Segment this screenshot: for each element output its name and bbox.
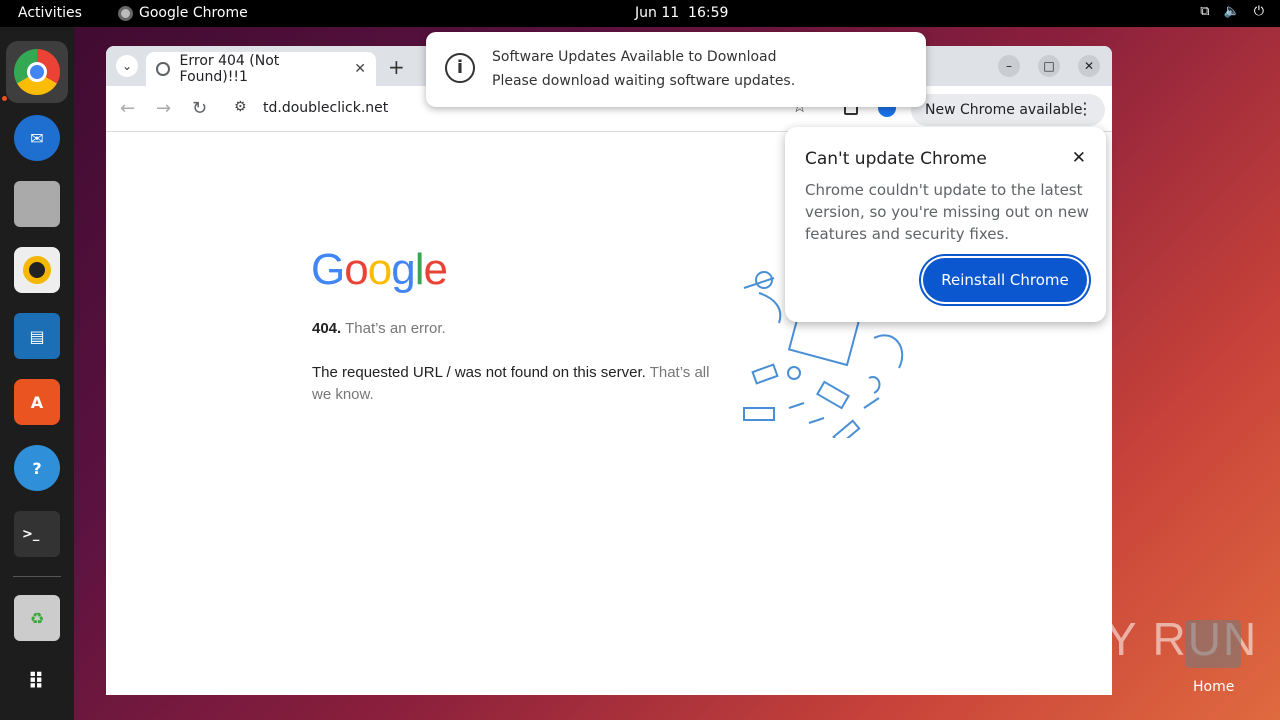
tab-active[interactable]: Error 404 (Not Found)!!1 ✕ xyxy=(146,52,376,86)
dock-app-center[interactable]: A xyxy=(6,371,68,433)
app-name: Google Chrome xyxy=(139,5,248,21)
help-icon: ? xyxy=(14,445,60,491)
chrome-icon xyxy=(118,5,133,21)
site-info-icon[interactable]: ⚙ xyxy=(234,99,247,115)
terminal-icon: >_ xyxy=(14,511,60,557)
dock: ✉ ▤ A ? >_ ♻ ⠿ xyxy=(0,27,74,720)
kebab-menu-icon[interactable]: ⋮ xyxy=(1077,99,1093,118)
app-center-icon: A xyxy=(14,379,60,425)
close-icon[interactable]: ✕ xyxy=(354,61,366,77)
rhythmbox-icon xyxy=(14,247,60,293)
top-bar: Activities Google Chrome Jun 11 16:59 ⧉ … xyxy=(0,0,1280,27)
dock-thunderbird[interactable]: ✉ xyxy=(6,107,68,169)
update-notification[interactable]: i Software Updates Available to Download… xyxy=(426,32,926,107)
clock[interactable]: Jun 11 16:59 xyxy=(635,5,728,21)
dock-rhythmbox[interactable] xyxy=(6,239,68,301)
cant-update-popup: Can't update Chrome ✕ Chrome couldn't up… xyxy=(785,127,1106,322)
tab-title: Error 404 (Not Found)!!1 xyxy=(179,53,280,85)
dock-help[interactable]: ? xyxy=(6,437,68,499)
address-bar[interactable]: td.doubleclick.net xyxy=(263,100,388,116)
error-message: The requested URL / was not found on thi… xyxy=(312,362,712,406)
popup-title: Can't update Chrome xyxy=(805,149,987,169)
system-tray[interactable]: ⧉ 🔈 ⏻ xyxy=(1200,4,1264,19)
google-logo: Google xyxy=(311,245,448,294)
reload-button[interactable]: ↻ xyxy=(192,98,207,119)
forward-button[interactable]: → xyxy=(156,98,171,119)
error-code-line: 404. That’s an error. xyxy=(312,320,446,337)
dock-terminal[interactable]: >_ xyxy=(6,503,68,565)
network-icon: ⧉ xyxy=(1200,4,1210,19)
back-button[interactable]: ← xyxy=(120,98,135,119)
running-indicator xyxy=(2,96,7,101)
tab-search-button[interactable]: ⌄ xyxy=(116,55,138,77)
chevron-down-icon: ⌄ xyxy=(121,59,133,73)
thunderbird-icon: ✉ xyxy=(14,115,60,161)
dock-files[interactable] xyxy=(6,173,68,235)
home-label: Home xyxy=(1193,679,1235,695)
activities-button[interactable]: Activities xyxy=(18,5,82,21)
dock-trash[interactable]: ♻ xyxy=(6,587,68,649)
maximize-button[interactable]: □ xyxy=(1038,55,1060,77)
error-message-text: The requested URL / was not found on thi… xyxy=(312,364,646,381)
notification-title: Software Updates Available to Download xyxy=(492,49,777,65)
new-chrome-available-button[interactable]: New Chrome available ⋮ xyxy=(911,94,1105,126)
volume-icon: 🔈 xyxy=(1223,4,1240,19)
app-menu[interactable]: Google Chrome xyxy=(118,5,248,21)
reinstall-chrome-button[interactable]: Reinstall Chrome xyxy=(923,258,1087,302)
files-icon xyxy=(14,181,60,227)
close-icon[interactable]: ✕ xyxy=(1072,148,1086,168)
new-tab-button[interactable]: + xyxy=(388,55,405,79)
error-code-text: That’s an error. xyxy=(345,320,446,337)
power-icon: ⏻ xyxy=(1253,4,1264,19)
trash-icon: ♻ xyxy=(14,595,60,641)
dock-show-apps[interactable]: ⠿ xyxy=(6,651,68,713)
time: 16:59 xyxy=(688,5,729,21)
date: Jun 11 xyxy=(635,5,680,21)
chrome-icon xyxy=(14,49,60,95)
minimize-button[interactable]: – xyxy=(998,55,1020,77)
notification-body: Please download waiting software updates… xyxy=(492,73,796,89)
new-chrome-label: New Chrome available xyxy=(925,102,1083,118)
writer-icon: ▤ xyxy=(14,313,60,359)
dock-writer[interactable]: ▤ xyxy=(6,305,68,367)
popup-body: Chrome couldn't update to the latest ver… xyxy=(805,181,1089,243)
dock-chrome[interactable] xyxy=(6,41,68,103)
app-grid-icon: ⠿ xyxy=(27,669,47,695)
error-code: 404. xyxy=(312,320,342,337)
info-icon: i xyxy=(445,53,475,83)
close-window-button[interactable]: ✕ xyxy=(1078,55,1100,77)
dock-separator xyxy=(13,576,61,577)
globe-icon xyxy=(156,62,170,76)
home-folder-icon[interactable] xyxy=(1185,620,1241,668)
